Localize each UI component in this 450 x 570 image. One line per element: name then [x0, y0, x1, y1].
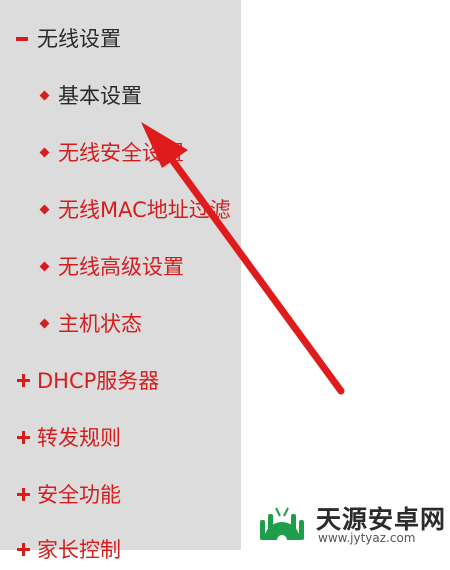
android-logo-icon: [260, 507, 304, 545]
bullet-icon: [39, 318, 50, 329]
submenu-item-label: 无线安全设置: [58, 141, 184, 165]
menu-item-label: 安全功能: [37, 483, 121, 507]
submenu-item-mac-filter[interactable]: 无线MAC地址过滤: [0, 190, 241, 230]
menu-group-label: 无线设置: [37, 27, 121, 51]
sidebar-menu: 无线设置 基本设置 无线安全设置 无线MAC地址过滤 无线高级设置 主机状态 D…: [0, 0, 241, 562]
collapse-icon: [16, 37, 28, 41]
menu-item-label: 家长控制: [37, 538, 121, 562]
content-pane: [241, 0, 450, 550]
submenu-item-wireless-security[interactable]: 无线安全设置: [0, 133, 241, 173]
bullet-icon: [39, 90, 50, 101]
submenu-item-label: 基本设置: [58, 84, 142, 108]
menu-item-forwarding-rules[interactable]: 转发规则: [0, 418, 241, 458]
submenu-item-basic-settings[interactable]: 基本设置: [0, 76, 241, 116]
bullet-icon: [39, 204, 50, 215]
bullet-icon: [39, 147, 50, 158]
menu-group-wireless-settings[interactable]: 无线设置: [0, 19, 241, 59]
expand-icon: [17, 374, 30, 387]
menu-item-label: DHCP服务器: [37, 369, 160, 393]
menu-item-security-functions[interactable]: 安全功能: [0, 475, 241, 515]
submenu-item-label: 无线MAC地址过滤: [58, 198, 231, 222]
submenu-item-label: 主机状态: [58, 312, 142, 336]
menu-item-dhcp-server[interactable]: DHCP服务器: [0, 361, 241, 401]
submenu-item-label: 无线高级设置: [58, 255, 184, 279]
submenu-item-host-status[interactable]: 主机状态: [0, 304, 241, 344]
expand-icon: [17, 488, 30, 501]
expand-icon: [17, 431, 30, 444]
watermark-url: www.jytyaz.com: [318, 531, 416, 545]
bullet-icon: [39, 261, 50, 272]
menu-item-label: 转发规则: [37, 426, 121, 450]
site-watermark: 天源安卓网 www.jytyaz.com: [256, 498, 450, 550]
submenu-item-wireless-advanced[interactable]: 无线高级设置: [0, 247, 241, 287]
menu-item-parental-control[interactable]: 家长控制: [0, 530, 241, 570]
